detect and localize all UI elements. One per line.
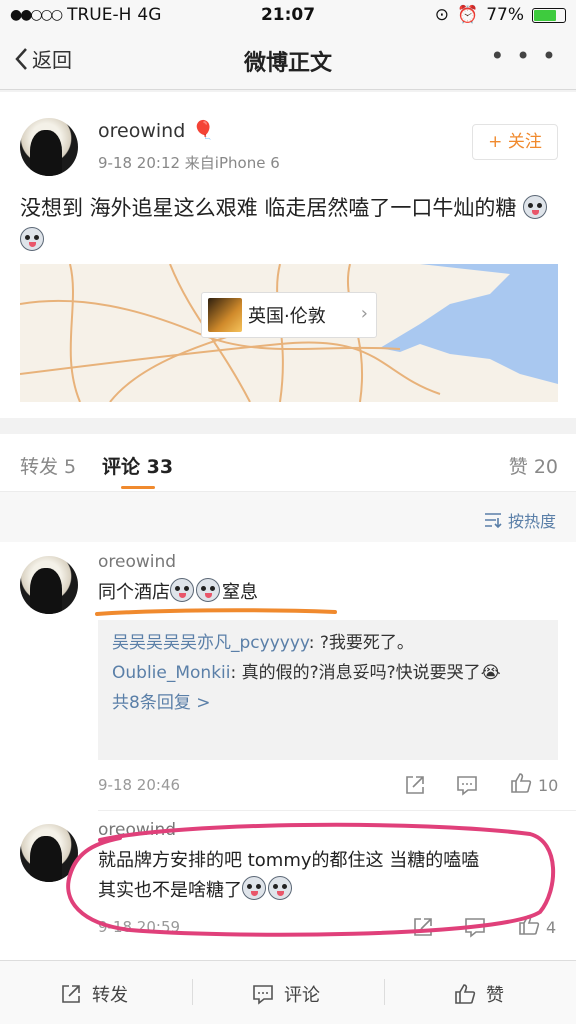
comment-label: 评论 (284, 985, 320, 1006)
comment-icon (253, 985, 273, 1005)
comment-list: oreowind 同个酒店 窒息 吴吴吴吴吴亦凡_pcyyyyy: ?我要死了。 … (0, 542, 576, 960)
reply-box: 吴吴吴吴吴亦凡_pcyyyyy: ?我要死了。 Oublie_Monkii: 真… (98, 620, 558, 760)
sort-icon (484, 513, 502, 528)
hot-air-balloon-icon: 🎈 (192, 120, 215, 141)
reply-username[interactable]: Oublie_Monkii (112, 663, 231, 683)
husky-emoji-icon (196, 578, 220, 602)
sort-button[interactable]: 按热度 (484, 508, 556, 532)
more-replies-link[interactable]: 共8条回复 > (112, 688, 544, 718)
follow-button[interactable]: + 关注 (472, 124, 558, 160)
comment-text: 同个酒店 窒息 (98, 578, 258, 608)
post-text: 没想到 海外追星这么艰难 临走居然嗑了一口牛灿的糖 (20, 192, 560, 256)
post-username[interactable]: oreowind (98, 120, 185, 142)
like-button[interactable]: 赞 (454, 981, 504, 1007)
crying-emoji-icon: 😭 (480, 663, 501, 683)
location-label: 英国·伦敦 (248, 306, 326, 327)
avatar[interactable] (20, 118, 78, 176)
comment-time: 9-18 20:46 (98, 776, 181, 794)
bottom-action-bar: 转发 评论 赞 (0, 960, 576, 1024)
active-tab-indicator (121, 486, 155, 489)
share-icon[interactable] (404, 774, 426, 796)
husky-emoji-icon (170, 578, 194, 602)
orange-underline-mark (95, 608, 337, 616)
reply-username[interactable]: 吴吴吴吴吴亦凡_pcyyyyy (112, 633, 309, 653)
reply-item[interactable]: 吴吴吴吴吴亦凡_pcyyyyy: ?我要死了。 (112, 628, 544, 658)
sort-bar: 按热度 (0, 492, 576, 542)
husky-emoji-icon (20, 227, 44, 251)
location-tag[interactable]: 英国·伦敦 › (201, 292, 377, 338)
comment-username[interactable]: oreowind (98, 552, 176, 572)
alarm-icon: ⏰ (457, 5, 479, 25)
comment-text-part: 窒息 (222, 582, 258, 603)
share-icon (62, 985, 80, 1003)
tab-like[interactable]: 赞 20 (509, 452, 558, 479)
pink-circle-mark (66, 822, 556, 937)
location-map[interactable]: 英国·伦敦 › (20, 264, 558, 402)
nav-bar: 返回 微博正文 • • • (0, 30, 576, 90)
like-count: 10 (538, 776, 559, 795)
status-bar: ●●○○○ TRUE-H 4G 21:07 ⊙ ⏰ 77% (0, 0, 576, 30)
battery-icon (532, 7, 566, 23)
interaction-tabs: 转发 5 评论 33 赞 20 (0, 434, 576, 492)
comment-icon[interactable] (456, 774, 478, 796)
sort-label: 按热度 (507, 512, 556, 531)
divider (192, 979, 193, 1005)
post-meta: 9-18 20:12 来自iPhone 6 (98, 154, 280, 172)
weibo-post: oreowind 🎈 9-18 20:12 来自iPhone 6 + 关注 没想… (0, 92, 576, 418)
repost-label: 转发 (92, 985, 128, 1006)
reply-text: : 真的假的?消息妥吗?快说要哭了 (230, 663, 481, 683)
divider (384, 979, 385, 1005)
husky-emoji-icon (523, 195, 548, 219)
reply-item[interactable]: Oublie_Monkii: 真的假的?消息妥吗?快说要哭了😭 (112, 658, 544, 688)
tab-comment[interactable]: 评论 33 (102, 452, 173, 479)
like-icon[interactable] (510, 772, 532, 794)
like-icon (455, 984, 476, 1004)
battery-percent: 77% (486, 5, 524, 25)
divider (98, 810, 576, 811)
chevron-right-icon: › (360, 303, 368, 324)
location-thumbnail (208, 298, 242, 332)
comment-button[interactable]: 评论 (252, 981, 320, 1007)
post-text-content: 没想到 海外追星这么艰难 临走居然嗑了一口牛灿的糖 (20, 196, 517, 220)
tab-repost[interactable]: 转发 5 (20, 452, 76, 479)
comment-text-part: 同个酒店 (98, 582, 170, 603)
repost-button[interactable]: 转发 (60, 981, 128, 1007)
avatar[interactable] (20, 556, 78, 614)
rotation-lock-icon: ⊙ (434, 5, 450, 25)
more-icon[interactable]: • • • (490, 42, 558, 70)
reply-text: : ?我要死了。 (308, 633, 414, 653)
like-label: 赞 (486, 985, 504, 1006)
